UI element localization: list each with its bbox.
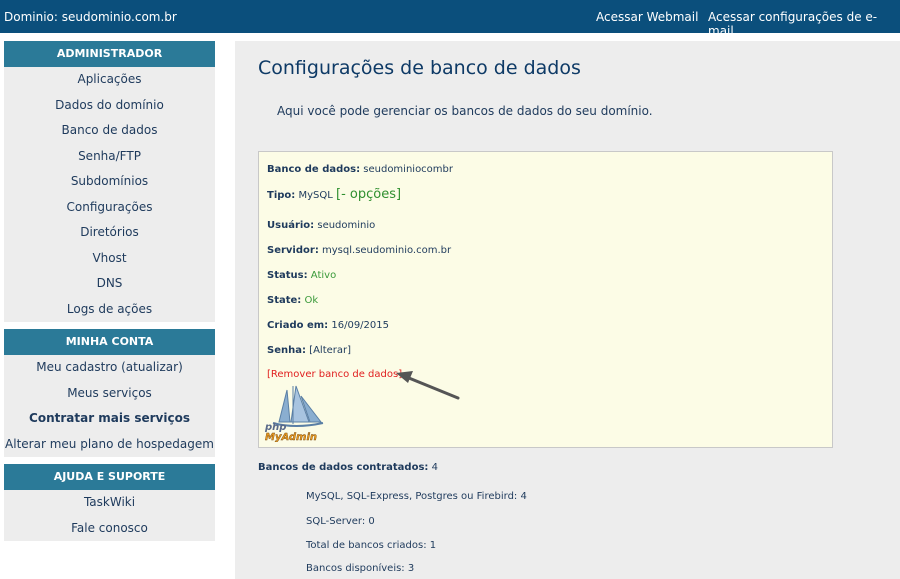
stat-available-line: Bancos disponíveis: 3 [306, 563, 415, 574]
db-user-value: seudominio [317, 220, 376, 231]
db-created-label: Criado em: [267, 320, 329, 331]
sidebar-list-account: Meu cadastro (atualizar) Meus serviços C… [4, 355, 215, 457]
sidebar-list-support: TaskWiki Fale conosco [4, 490, 215, 541]
contracted-value: 4 [431, 462, 438, 473]
stat-total-created-line: Total de bancos criados: 1 [306, 540, 437, 551]
db-name-row: Banco de dados: seudominiocombr [267, 164, 453, 175]
db-options-link[interactable]: [- opções] [336, 187, 401, 202]
db-state-row: State: Ok [267, 295, 318, 306]
remove-database-link[interactable]: [Remover banco de dados] [267, 369, 402, 380]
domain-label: Dominio: seudominio.com.br [4, 10, 177, 24]
db-created-row: Criado em: 16/09/2015 [267, 320, 389, 331]
db-server-row: Servidor: mysql.seudominio.com.br [267, 245, 451, 256]
db-state-label: State: [267, 295, 302, 306]
page-title: Configurações de banco de dados [258, 57, 581, 79]
sidebar-item-dns[interactable]: DNS [4, 271, 215, 297]
sidebar-item-aplicacoes[interactable]: Aplicações [4, 67, 215, 93]
db-remove-row: [Remover banco de dados] [267, 369, 402, 380]
db-password-label: Senha: [267, 345, 306, 356]
db-user-label: Usuário: [267, 220, 315, 231]
webmail-link[interactable]: Acessar Webmail [596, 10, 698, 24]
sidebar-item-alterar-plano[interactable]: Alterar meu plano de hospedagem [4, 432, 215, 458]
sidebar-item-meu-cadastro[interactable]: Meu cadastro (atualizar) [4, 355, 215, 381]
sidebar-item-diretorios[interactable]: Diretórios [4, 220, 215, 246]
db-user-row: Usuário: seudominio [267, 220, 375, 231]
sidebar-item-fale-conosco[interactable]: Fale conosco [4, 516, 215, 542]
sidebar-item-vhost[interactable]: Vhost [4, 246, 215, 272]
sidebar-header-account: MINHA CONTA [4, 329, 215, 355]
db-type-row: Tipo: MySQL [- opções] [267, 187, 401, 202]
db-status-row: Status: Ativo [267, 270, 336, 281]
sidebar-item-senha-ftp[interactable]: Senha/FTP [4, 144, 215, 170]
db-server-label: Servidor: [267, 245, 319, 256]
intro-text: Aqui você pode gerenciar os bancos de da… [277, 104, 653, 118]
db-password-row: Senha: [Alterar] [267, 345, 351, 356]
sidebar-header-admin: ADMINISTRADOR [4, 41, 215, 67]
db-type-value: MySQL [298, 190, 333, 201]
sidebar-item-taskwiki[interactable]: TaskWiki [4, 490, 215, 516]
logo-text-myadmin: MyAdmin [265, 432, 317, 442]
stat-mysql-line: MySQL, SQL-Express, Postgres ou Firebird… [306, 491, 527, 502]
db-status-label: Status: [267, 270, 308, 281]
arrow-pointer-icon [396, 371, 460, 400]
email-settings-link[interactable]: Acessar configurações de e-mail [708, 10, 900, 38]
contracted-label: Bancos de dados contratados: [258, 462, 429, 473]
db-created-value: 16/09/2015 [331, 320, 389, 331]
db-name-label: Banco de dados: [267, 164, 361, 175]
db-server-value: mysql.seudominio.com.br [322, 245, 452, 256]
sidebar-item-subdominios[interactable]: Subdomínios [4, 169, 215, 195]
db-state-value: Ok [304, 295, 319, 306]
db-status-value: Ativo [310, 270, 337, 281]
sidebar-item-logs[interactable]: Logs de ações [4, 297, 215, 323]
sidebar-item-contratar-servicos[interactable]: Contratar mais serviços [4, 406, 215, 432]
top-bar: Dominio: seudominio.com.br Acessar Webma… [0, 0, 900, 38]
sidebar-item-banco-dados[interactable]: Banco de dados [4, 118, 215, 144]
contracted-databases-row: Bancos de dados contratados: 4 [258, 462, 438, 473]
database-details-box: Banco de dados: seudominiocombr Tipo: My… [258, 151, 833, 448]
sidebar-item-meus-servicos[interactable]: Meus serviços [4, 381, 215, 407]
sidebar-header-support: AJUDA E SUPORTE [4, 464, 215, 490]
sidebar-item-configuracoes[interactable]: Configurações [4, 195, 215, 221]
main-content: Configurações de banco de dados Aqui voc… [235, 41, 900, 579]
phpmyadmin-logo[interactable]: php MyAdmin [263, 384, 327, 442]
db-name-value: seudominiocombr [363, 164, 454, 175]
change-password-link[interactable]: [Alterar] [309, 345, 351, 356]
sidebar-item-dados-dominio[interactable]: Dados do domínio [4, 93, 215, 119]
sidebar-list-admin: Aplicações Dados do domínio Banco de dad… [4, 67, 215, 322]
sidebar: ADMINISTRADOR Aplicações Dados do domíni… [4, 41, 215, 541]
stat-sqlserver-line: SQL-Server: 0 [306, 516, 375, 527]
db-type-label: Tipo: [267, 190, 296, 201]
